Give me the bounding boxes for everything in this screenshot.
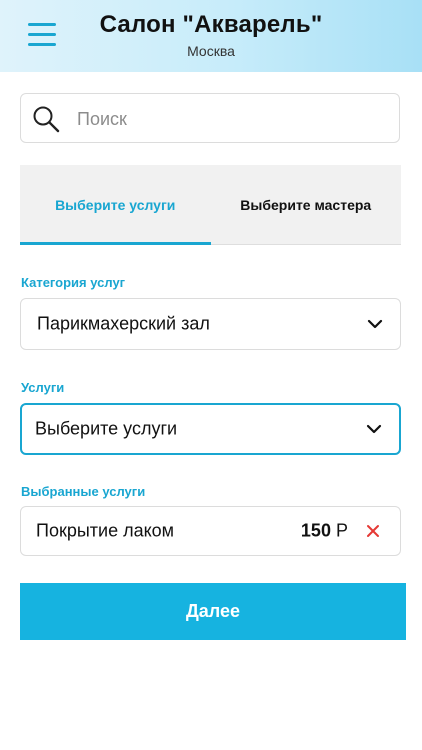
services-select[interactable]: Выберите услуги — [20, 403, 401, 455]
category-select[interactable]: Парикмахерский зал — [20, 298, 401, 350]
chevron-down-icon — [367, 319, 383, 329]
search-input[interactable] — [75, 104, 379, 134]
services-select-value: Выберите услуги — [35, 418, 178, 439]
selected-services-label: Выбранные услуги — [21, 484, 146, 499]
chevron-down-icon — [366, 424, 382, 434]
remove-icon[interactable] — [366, 524, 380, 538]
price-amount: 150 — [300, 520, 331, 541]
selected-service-price: 150 Р — [301, 521, 348, 542]
booking-screen: Салон "Акварель" Москва Выберите услуги … — [0, 0, 422, 750]
salon-title: Салон "Акварель" — [99, 11, 323, 38]
services-label: Услуги — [21, 380, 65, 395]
search-icon — [33, 106, 60, 133]
price-currency: Р — [335, 520, 348, 541]
selected-service-name: Покрытие лаком — [36, 520, 175, 541]
hamburger-menu-icon[interactable] — [28, 22, 56, 48]
next-button[interactable]: Далее — [20, 583, 406, 640]
category-label: Категория услуг — [21, 275, 126, 290]
step-tabs: Выберите услуги Выберите мастера — [20, 165, 401, 245]
city-subtitle: Москва — [187, 43, 235, 59]
tab-select-master[interactable]: Выберите мастера — [211, 165, 402, 244]
search-box[interactable] — [20, 93, 400, 143]
app-header: Салон "Акварель" Москва — [0, 0, 422, 72]
tab-select-services[interactable]: Выберите услуги — [20, 165, 211, 245]
category-select-value: Парикмахерский зал — [37, 313, 210, 334]
selected-service-item: Покрытие лаком 150 Р — [20, 506, 401, 556]
